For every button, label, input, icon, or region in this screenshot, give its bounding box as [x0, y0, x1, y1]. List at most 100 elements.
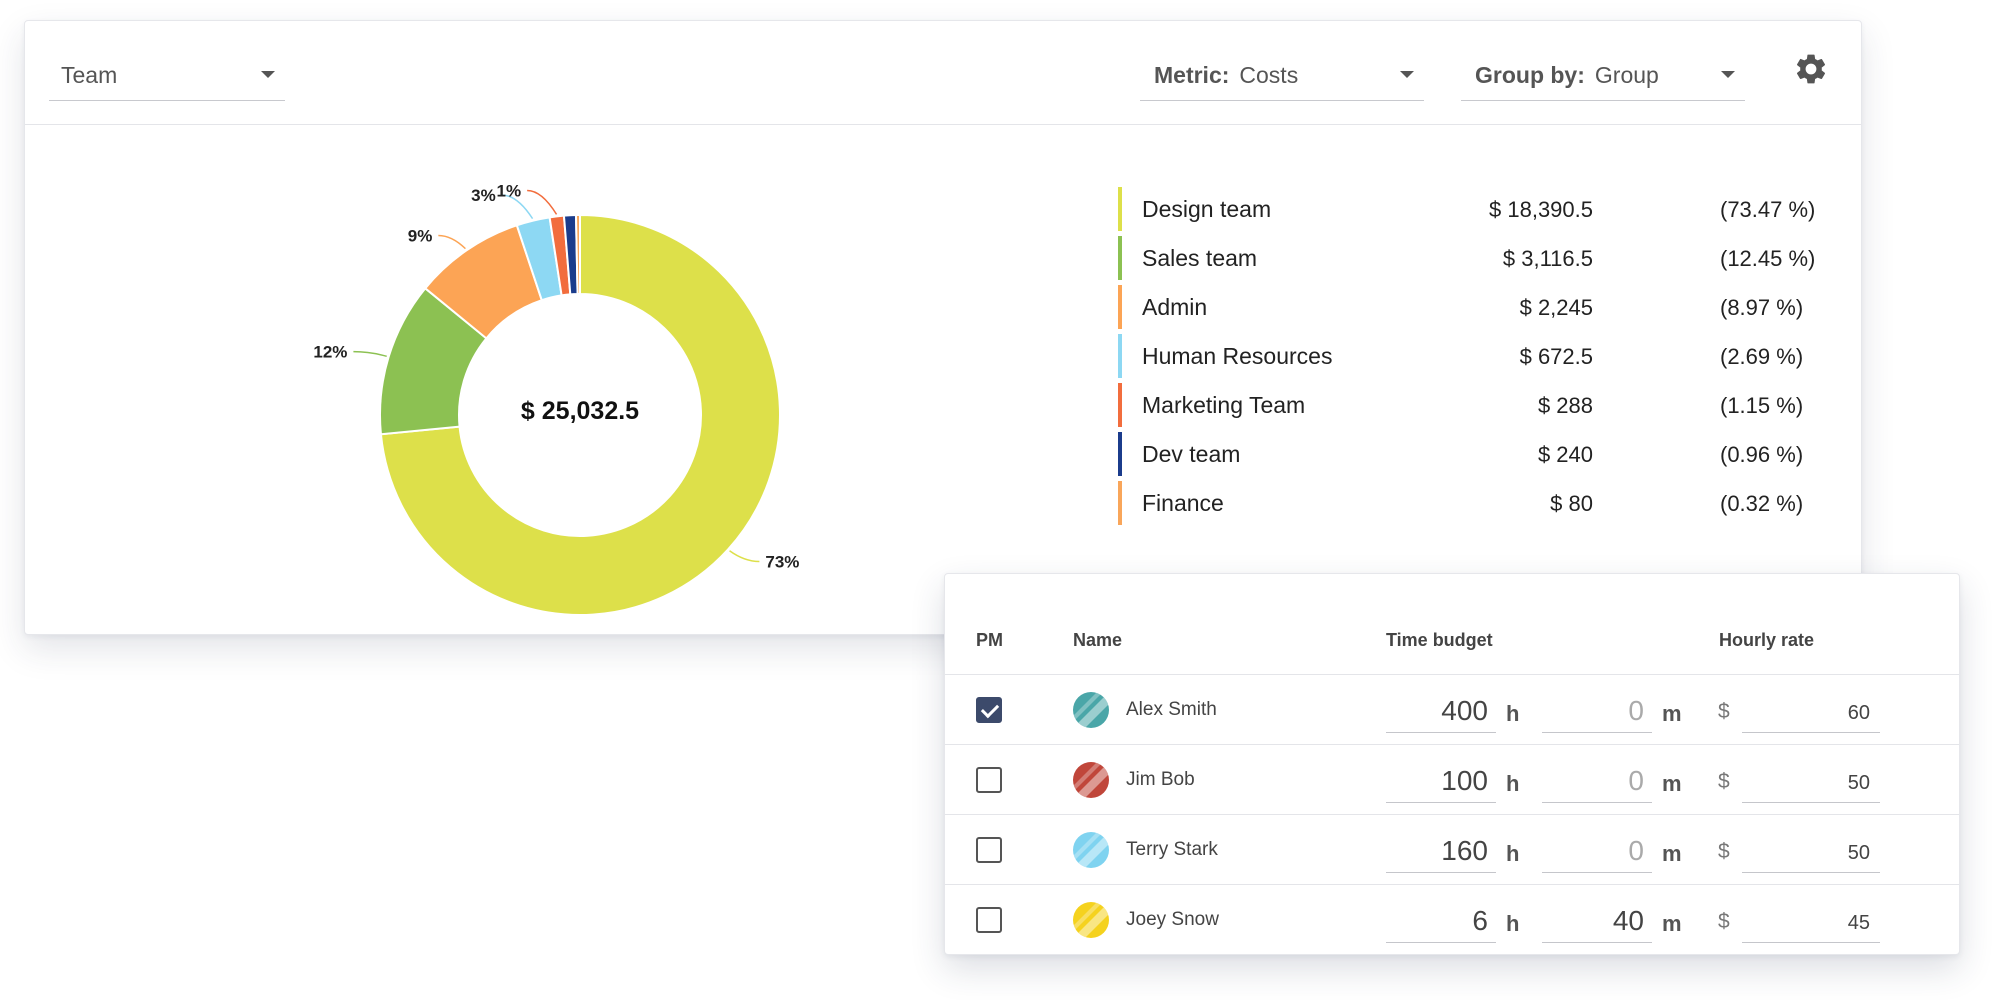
member-name: Terry Stark: [1126, 839, 1218, 860]
legend-item-value: $ 2,245: [1519, 294, 1593, 320]
table-row: Joey Snow 6 h 40 m $45: [945, 884, 1959, 954]
minutes-unit: m: [1662, 701, 1682, 726]
hours-unit: h: [1506, 701, 1520, 726]
minutes-input[interactable]: 0: [1542, 831, 1652, 873]
hours-unit: h: [1506, 771, 1520, 796]
avatar: [1073, 692, 1109, 728]
column-header-time-budget: Time budget: [1386, 630, 1493, 650]
legend-color-swatch: [1118, 481, 1122, 525]
table-row: Jim Bob 100 h 0 m $50: [945, 744, 1959, 814]
hours-unit: h: [1506, 841, 1520, 866]
pm-checkbox[interactable]: [976, 767, 1002, 793]
pm-checkbox[interactable]: [976, 697, 1002, 723]
chevron-down-icon: [261, 71, 275, 78]
table-row: Terry Stark 160 h 0 m $50: [945, 814, 1959, 884]
legend-item-value: $ 240: [1537, 441, 1593, 467]
minutes-input[interactable]: 0: [1542, 691, 1652, 733]
currency-symbol: $: [1718, 840, 1730, 863]
legend-color-swatch: [1118, 334, 1122, 378]
chevron-down-icon: [1400, 71, 1414, 78]
table-row: Alex Smith 400 h 0 m $60: [945, 674, 1959, 744]
slice-percent-label: 3%: [471, 186, 496, 205]
hours-input[interactable]: 6: [1386, 901, 1496, 943]
legend-item: Human Resources $ 672.5 (2.69 %): [1118, 332, 1818, 381]
member-name: Joey Snow: [1126, 909, 1219, 930]
minutes-input[interactable]: 40: [1542, 901, 1652, 943]
avatar: [1073, 902, 1109, 938]
avatar: [1073, 832, 1109, 868]
legend-item: Design team $ 18,390.5 (73.47 %): [1118, 185, 1818, 234]
donut-center-total: $ 25,032.5: [521, 397, 639, 425]
leader-line: [729, 550, 760, 563]
legend-item: Marketing Team $ 288 (1.15 %): [1118, 381, 1818, 430]
legend-item-name: Human Resources: [1142, 343, 1333, 369]
minutes-input[interactable]: 0: [1542, 761, 1652, 803]
metric-select[interactable]: Metric: Costs: [1140, 51, 1424, 101]
team-select[interactable]: Team: [49, 51, 285, 101]
donut-chart-area: 73% 12% 9% 3% 1% $ 25,032.5: [25, 125, 1025, 635]
legend-item-value: $ 3,116.5: [1502, 245, 1593, 271]
group-by-select-value: Group: [1594, 62, 1659, 88]
report-toolbar: Team Metric: Costs Group by: Group: [25, 21, 1861, 125]
hours-unit: h: [1506, 911, 1520, 936]
hours-input[interactable]: 160: [1386, 831, 1496, 873]
legend-item-name: Admin: [1142, 294, 1208, 320]
leader-line: [353, 350, 387, 358]
team-select-value: Team: [61, 62, 118, 88]
column-header-name: Name: [1073, 630, 1123, 650]
legend-item-percent: (12.45 %): [1720, 245, 1816, 271]
leader-line: [438, 234, 466, 250]
donut-chart: 73% 12% 9% 3% 1% $ 25,032.5: [313, 181, 799, 616]
legend-item-value: $ 80: [1550, 490, 1593, 516]
leader-line: [527, 189, 558, 215]
legend-item-percent: (2.69 %): [1720, 343, 1804, 369]
gear-icon[interactable]: [1793, 51, 1829, 87]
hourly-rate-input[interactable]: 50: [1742, 761, 1880, 803]
slice-percent-label: 73%: [765, 553, 799, 572]
hourly-rate-input[interactable]: 60: [1742, 691, 1880, 733]
currency-symbol: $: [1718, 770, 1730, 793]
cost-report-card: Team Metric: Costs Group by: Group 73% 12…: [24, 20, 1862, 635]
legend-item-percent: (0.32 %): [1720, 490, 1804, 516]
legend-color-swatch: [1118, 187, 1122, 231]
legend-item-value: $ 288: [1537, 392, 1593, 418]
member-name: Jim Bob: [1126, 769, 1195, 790]
legend-item: Sales team $ 3,116.5 (12.45 %): [1118, 234, 1818, 283]
minutes-unit: m: [1662, 911, 1682, 936]
pm-checkbox[interactable]: [976, 907, 1002, 933]
column-header-pm: PM: [976, 630, 1003, 650]
chart-legend: Design team $ 18,390.5 (73.47 %) Sales team…: [1118, 185, 1818, 528]
hours-input[interactable]: 100: [1386, 761, 1496, 803]
legend-item-name: Design team: [1142, 196, 1272, 222]
legend-item-name: Marketing Team: [1142, 392, 1306, 418]
chevron-down-icon: [1721, 71, 1735, 78]
legend-color-swatch: [1118, 285, 1122, 329]
legend-item-percent: (73.47 %): [1720, 196, 1816, 222]
legend-item: Finance $ 80 (0.32 %): [1118, 479, 1818, 528]
legend-item-name: Sales team: [1142, 245, 1258, 271]
slice-percent-label: 1%: [497, 181, 522, 200]
legend-color-swatch: [1118, 432, 1122, 476]
legend-item-value: $ 672.5: [1519, 343, 1593, 369]
hours-input[interactable]: 400: [1386, 691, 1496, 733]
minutes-unit: m: [1662, 841, 1682, 866]
group-by-select[interactable]: Group by: Group: [1461, 51, 1745, 101]
hourly-rate-input[interactable]: 45: [1742, 901, 1880, 943]
column-header-hourly-rate: Hourly rate: [1719, 630, 1815, 650]
legend-item: Admin $ 2,245 (8.97 %): [1118, 283, 1818, 332]
pm-checkbox[interactable]: [976, 837, 1002, 863]
metric-select-label: Metric:: [1154, 62, 1230, 88]
donut-slice-finance[interactable]: [574, 213, 581, 296]
currency-symbol: $: [1718, 700, 1730, 723]
minutes-unit: m: [1662, 771, 1682, 796]
legend-item: Dev team $ 240 (0.96 %): [1118, 430, 1818, 479]
team-members-table: PM Name Time budget Hourly rate Alex Smi…: [944, 573, 1960, 955]
hourly-rate-input[interactable]: 50: [1742, 831, 1880, 873]
member-name: Alex Smith: [1126, 699, 1217, 720]
legend-color-swatch: [1118, 383, 1122, 427]
slice-percent-label: 12%: [313, 343, 347, 362]
slice-percent-label: 9%: [408, 226, 433, 245]
legend-item-percent: (1.15 %): [1720, 392, 1804, 418]
legend-item-value: $ 18,390.5: [1489, 196, 1593, 222]
legend-item-percent: (8.97 %): [1720, 294, 1804, 320]
